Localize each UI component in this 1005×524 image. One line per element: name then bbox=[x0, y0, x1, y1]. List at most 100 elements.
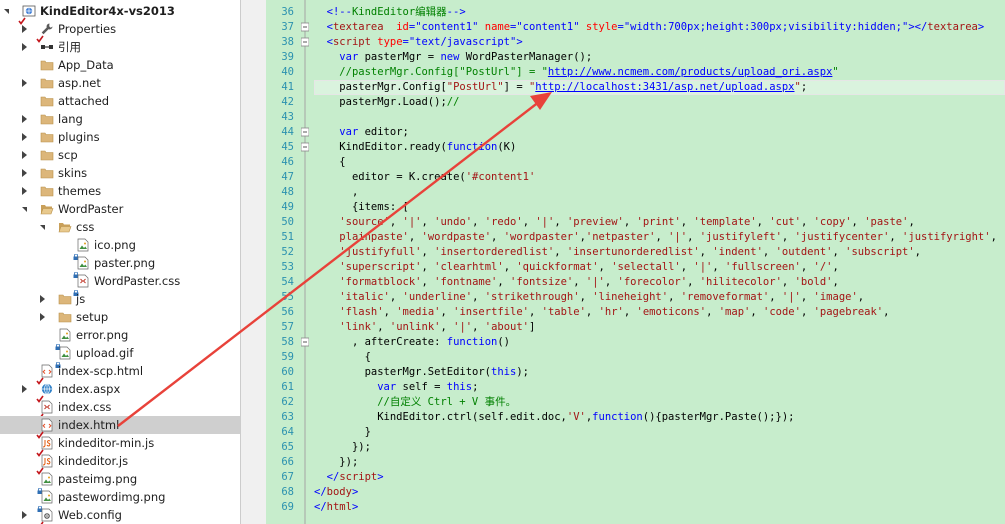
code-line[interactable]: </html> bbox=[314, 500, 358, 515]
code-token: 'hilitecolor' bbox=[699, 276, 782, 288]
collapse-arrow-icon[interactable] bbox=[22, 511, 27, 519]
code-token: 'print' bbox=[636, 216, 681, 228]
code-line[interactable]: </script> bbox=[314, 470, 384, 485]
tree-item[interactable]: kindeditor.js bbox=[0, 452, 240, 475]
code-line[interactable]: <!--KindEditor编辑器--> bbox=[314, 5, 466, 20]
code-line[interactable]: 'source', '|', 'undo', 'redo', '|', 'pre… bbox=[314, 215, 914, 230]
js-file-icon bbox=[36, 454, 54, 475]
tree-item[interactable]: kindeditor-min.js bbox=[0, 434, 240, 457]
code-line[interactable]: 'flash', 'media', 'insertfile', 'table',… bbox=[314, 305, 889, 320]
tree-item[interactable]: error.png bbox=[0, 326, 240, 350]
code-token: 'strikethrough' bbox=[484, 291, 580, 303]
code-line[interactable]: pasterMgr.SetEditor(this); bbox=[314, 365, 529, 380]
tree-item[interactable]: paster.png bbox=[0, 254, 240, 278]
tree-item[interactable]: index.aspx bbox=[0, 380, 240, 403]
collapse-arrow-icon[interactable] bbox=[22, 151, 27, 159]
tree-item[interactable]: pasteimg.png bbox=[0, 470, 240, 494]
expand-arrow-icon[interactable] bbox=[40, 225, 45, 230]
code-line[interactable]: 'italic', 'underline', 'strikethrough', … bbox=[314, 290, 864, 305]
code-token: 'code' bbox=[763, 306, 801, 318]
code-line[interactable]: var editor; bbox=[314, 125, 409, 140]
code-line[interactable]: , bbox=[314, 185, 358, 200]
code-line[interactable]: editor = K.create('#content1' bbox=[314, 170, 535, 185]
code-line[interactable]: pasterMgr.Load();// bbox=[314, 95, 459, 110]
tree-item[interactable]: KindEditor4x-vs2013 bbox=[0, 2, 240, 25]
code-token: , bbox=[781, 231, 795, 243]
code-line[interactable]: }); bbox=[314, 440, 371, 455]
tree-item[interactable]: WordPaster.css bbox=[0, 272, 240, 296]
tree-item[interactable]: themes bbox=[0, 182, 240, 200]
code-line[interactable]: , afterCreate: function() bbox=[314, 335, 510, 350]
collapse-arrow-icon[interactable] bbox=[40, 313, 45, 321]
tree-item[interactable]: 引用 bbox=[0, 38, 240, 56]
collapse-arrow-icon[interactable] bbox=[40, 295, 45, 303]
collapse-arrow-icon[interactable] bbox=[22, 25, 27, 33]
tree-item[interactable]: skins bbox=[0, 164, 240, 182]
tree-item[interactable]: plugins bbox=[0, 128, 240, 146]
code-line[interactable]: <script type="text/javascript"> bbox=[314, 35, 523, 50]
lock-icon bbox=[37, 499, 43, 512]
image-file-icon bbox=[73, 238, 90, 260]
code-line[interactable]: { bbox=[314, 350, 371, 365]
tree-item[interactable]: upload.gif bbox=[0, 344, 240, 368]
code-token: 'preview' bbox=[566, 216, 624, 228]
code-line[interactable]: <textarea id="content1" name="content1" … bbox=[314, 20, 985, 35]
code-token: "text/javascript" bbox=[408, 36, 517, 48]
code-line[interactable]: //pasterMgr.Config["PostUrl"] = "http://… bbox=[314, 65, 838, 80]
code-line[interactable]: </body> bbox=[314, 485, 358, 500]
code-line[interactable]: }); bbox=[314, 455, 358, 470]
code-token: http://www.ncmem.com/products/upload_ori… bbox=[547, 66, 833, 78]
tree-item[interactable]: attached bbox=[0, 92, 240, 110]
code-line[interactable]: var pasterMgr = new WordPasterManager(); bbox=[314, 50, 592, 65]
tree-item[interactable]: setup bbox=[0, 308, 240, 326]
code-line[interactable]: pasterMgr.Config["PostUrl"] = "http://lo… bbox=[314, 80, 807, 95]
collapse-arrow-icon[interactable] bbox=[22, 79, 27, 87]
code-token: , bbox=[655, 231, 669, 243]
tree-item[interactable]: App_Data bbox=[0, 56, 240, 74]
tree-item[interactable]: index.html bbox=[0, 416, 240, 439]
tree-item[interactable]: asp.net bbox=[0, 74, 240, 92]
tree-item[interactable]: index-scp.html bbox=[0, 362, 240, 385]
tree-item[interactable]: css bbox=[0, 218, 240, 236]
code-line[interactable]: //自定义 Ctrl + V 事件。 bbox=[314, 395, 516, 410]
code-editor[interactable]: 36 37 38 39 40 41 42 43 44 45 46 47 48 49 50 51 52 53 54 55… bbox=[266, 0, 1005, 524]
collapse-arrow-icon[interactable] bbox=[22, 385, 27, 393]
collapse-arrow-icon[interactable] bbox=[22, 187, 27, 195]
code-token: '|' bbox=[453, 321, 473, 333]
code-line[interactable]: } bbox=[314, 425, 371, 440]
code-token: textarea bbox=[927, 21, 978, 33]
panel-splitter[interactable] bbox=[240, 0, 267, 524]
code-line[interactable]: 'formatblock', 'fontname', 'fontsize', '… bbox=[314, 275, 839, 290]
tree-item[interactable]: Web.config bbox=[0, 506, 240, 524]
tree-item[interactable]: scp bbox=[0, 146, 240, 164]
code-line[interactable]: 'justifyfull', 'insertorderedlist', 'ins… bbox=[314, 245, 921, 260]
image-file-icon bbox=[37, 490, 54, 512]
collapse-arrow-icon[interactable] bbox=[22, 133, 27, 141]
code-token: </ bbox=[314, 486, 327, 498]
tree-item[interactable]: WordPaster bbox=[0, 200, 240, 218]
code-line[interactable]: KindEditor.ctrl(self.edit.doc,'V',functi… bbox=[314, 410, 794, 425]
collapse-arrow-icon[interactable] bbox=[22, 169, 27, 177]
code-line[interactable]: var self = this; bbox=[314, 380, 478, 395]
code-line[interactable]: 'link', 'unlink', '|', 'about'] bbox=[314, 320, 535, 335]
code-line[interactable]: plainpaste', 'wordpaste', 'wordpaster','… bbox=[314, 230, 997, 245]
line-number: 69 bbox=[281, 501, 294, 513]
tree-item[interactable]: index.css bbox=[0, 398, 240, 421]
code-line[interactable]: KindEditor.ready(function(K) bbox=[314, 140, 516, 155]
collapse-arrow-icon[interactable] bbox=[22, 115, 27, 123]
code-line[interactable]: {items: [ bbox=[314, 200, 409, 215]
code-line[interactable]: 'superscript', 'clearhtml', 'quickformat… bbox=[314, 260, 839, 275]
tree-item[interactable]: Properties bbox=[0, 20, 240, 43]
code-line[interactable]: { bbox=[314, 155, 345, 170]
js-file-icon bbox=[36, 436, 54, 457]
code-token: //自定义 Ctrl + V 事件。 bbox=[377, 396, 517, 408]
tree-item[interactable]: js bbox=[0, 290, 240, 308]
tree-item[interactable]: ico.png bbox=[0, 236, 240, 260]
tree-item[interactable]: pastewordimg.png bbox=[0, 488, 240, 512]
tree-item[interactable]: lang bbox=[0, 110, 240, 128]
code-token: 'paste' bbox=[864, 216, 909, 228]
expand-arrow-icon[interactable] bbox=[22, 207, 27, 212]
collapse-arrow-icon[interactable] bbox=[22, 43, 27, 51]
line-number: 36 bbox=[281, 6, 294, 18]
expand-arrow-icon[interactable] bbox=[4, 9, 9, 14]
